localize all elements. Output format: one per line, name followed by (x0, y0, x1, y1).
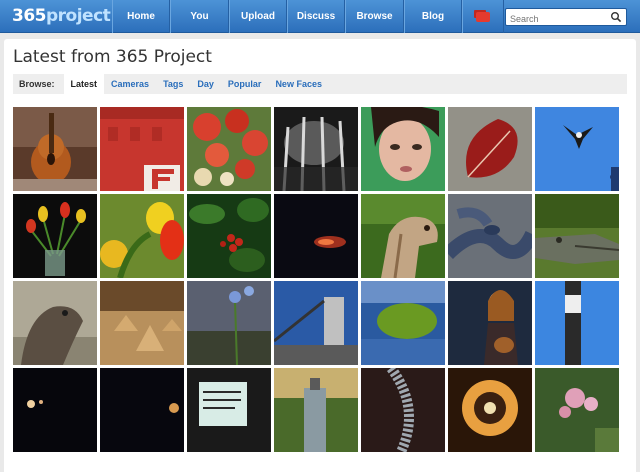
photo-beaded-jewelry[interactable] (361, 368, 445, 452)
top-navigation-bar: 365project Home You Upload Discuss Brows… (0, 0, 640, 33)
chat-button[interactable] (462, 0, 504, 33)
photo-alligator[interactable] (535, 194, 619, 278)
photo-girl-with-guitar[interactable] (448, 281, 532, 365)
browse-tab-bar: Browse: Latest Cameras Tags Day Popular … (13, 74, 627, 94)
photo-red-berries[interactable] (187, 194, 271, 278)
search-box (505, 8, 627, 27)
magnifier-icon[interactable] (610, 11, 622, 23)
photo-lamp-post[interactable] (274, 368, 358, 452)
photo-bw-fence[interactable] (274, 107, 358, 191)
tab-popular[interactable]: Popular (221, 74, 269, 94)
photo-red-building[interactable] (100, 107, 184, 191)
page-title: Latest from 365 Project (13, 47, 212, 67)
photo-guitar[interactable] (13, 107, 97, 191)
photo-pole-sign[interactable] (535, 281, 619, 365)
nav-you[interactable]: You (170, 0, 229, 33)
chat-bubbles-icon (476, 11, 490, 22)
photo-salad[interactable] (187, 107, 271, 191)
nav-upload[interactable]: Upload (229, 0, 287, 33)
photo-pink-flowers[interactable] (535, 368, 619, 452)
photo-dark-lights[interactable] (13, 368, 97, 452)
browse-label: Browse: (19, 79, 55, 89)
photo-snake[interactable] (448, 194, 532, 278)
photo-otter[interactable] (13, 281, 97, 365)
photo-tulips-vase[interactable] (13, 194, 97, 278)
photo-ticket[interactable] (187, 368, 271, 452)
search-input[interactable] (506, 11, 606, 27)
tab-cameras[interactable]: Cameras (104, 74, 156, 94)
logo-number: 365 (12, 6, 47, 26)
nav-browse[interactable]: Browse (345, 0, 404, 33)
nav-home[interactable]: Home (112, 0, 170, 33)
photo-blue-flower[interactable] (187, 281, 271, 365)
content-panel: Latest from 365 Project Browse: Latest C… (4, 39, 636, 472)
tab-new-faces[interactable]: New Faces (268, 74, 329, 94)
photo-night-lights[interactable] (274, 194, 358, 278)
photo-dark-glow[interactable] (100, 368, 184, 452)
site-logo[interactable]: 365project (12, 4, 111, 28)
photo-red-leaf[interactable] (448, 107, 532, 191)
tab-day[interactable]: Day (190, 74, 221, 94)
nav-blog[interactable]: Blog (404, 0, 462, 33)
photo-yellow-red-tulips[interactable] (100, 194, 184, 278)
photo-camel[interactable] (361, 194, 445, 278)
nav-discuss[interactable]: Discuss (287, 0, 345, 33)
tab-tags[interactable]: Tags (156, 74, 190, 94)
photo-industrial-tower[interactable] (274, 281, 358, 365)
tab-latest[interactable]: Latest (63, 74, 105, 94)
photo-green-fruit[interactable] (361, 281, 445, 365)
photo-bird-in-sky[interactable] (535, 107, 619, 191)
photo-sand-pyramids[interactable] (100, 281, 184, 365)
logo-word: project (46, 6, 111, 26)
main-nav: Home You Upload Discuss Browse Blog (112, 0, 504, 33)
photo-candle-glow[interactable] (448, 368, 532, 452)
photo-woman-face[interactable] (361, 107, 445, 191)
